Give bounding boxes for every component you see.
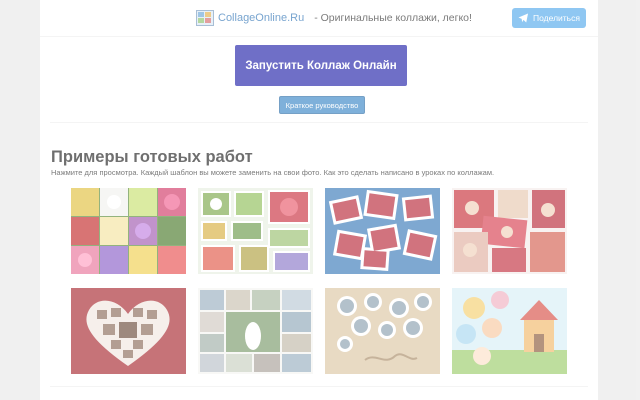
site-name[interactable]: CollageOnline.Ru bbox=[218, 12, 304, 24]
site-tagline: - Оригинальные коллажи, легко! bbox=[314, 12, 472, 24]
collage-logo-icon bbox=[196, 10, 214, 26]
thumbnail-framed-flowers[interactable] bbox=[198, 188, 313, 274]
thumbnail-heart-collage[interactable] bbox=[71, 288, 186, 374]
site-logo[interactable]: CollageOnline.Ru - Оригинальные коллажи,… bbox=[196, 9, 472, 27]
thumbnail-christmas-family[interactable] bbox=[452, 188, 567, 274]
divider bbox=[50, 122, 588, 123]
thumbnail-flower-grid[interactable] bbox=[71, 188, 186, 274]
examples-title: Примеры готовых работ bbox=[51, 148, 253, 166]
share-label: Поделиться bbox=[533, 13, 580, 23]
launch-collage-button[interactable]: Запустить Коллаж Онлайн bbox=[235, 45, 407, 86]
examples-gallery bbox=[71, 188, 569, 374]
examples-description: Нажмите для просмотра. Каждый шаблон вы … bbox=[51, 168, 495, 177]
thumbnail-christmas-scattered[interactable] bbox=[325, 188, 440, 274]
divider bbox=[50, 386, 588, 387]
thumbnail-sand-hearts[interactable] bbox=[325, 288, 440, 374]
thumbnail-kids-balloons[interactable] bbox=[452, 288, 567, 374]
telegram-icon bbox=[518, 13, 529, 23]
top-bar: CollageOnline.Ru - Оригинальные коллажи,… bbox=[40, 0, 598, 37]
quick-guide-button[interactable]: Краткое руководство bbox=[279, 96, 365, 114]
share-button[interactable]: Поделиться bbox=[512, 8, 586, 28]
thumbnail-wedding-grid[interactable] bbox=[198, 288, 313, 374]
page-container: CollageOnline.Ru - Оригинальные коллажи,… bbox=[40, 0, 598, 400]
